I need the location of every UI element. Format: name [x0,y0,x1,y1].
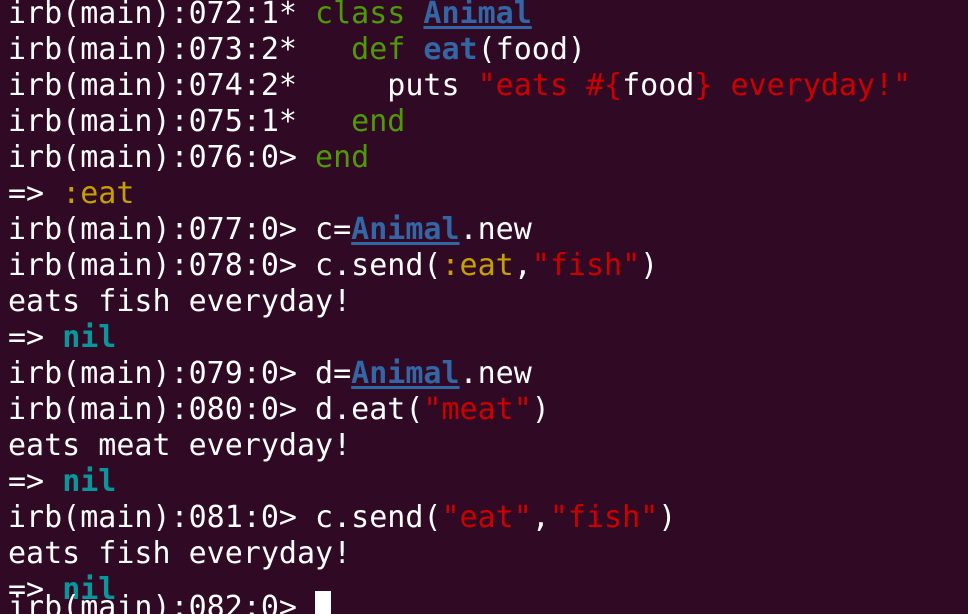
string-literal: "fish" [549,500,659,535]
class-name: Animal [423,0,532,31]
string-literal: "fish" [531,248,641,283]
irb-prompt: irb(main):076:0> [8,140,316,175]
method-name: eat [423,32,478,67]
keyword: def [351,32,406,67]
terminal-line: irb(main):079:0> d=Animal.new [8,356,532,392]
code-text: .new [459,212,532,247]
irb-prompt: irb(main):082:0> [8,590,316,614]
terminal-line: => :eat [8,176,134,212]
code-text: c.send( [315,500,442,535]
code-text: d.eat( [315,392,424,427]
code-text: .new [459,356,532,391]
irb-prompt: irb(main):080:0> [8,392,316,427]
terminal-output: eats fish everyday! [8,284,351,320]
result-arrow: => [8,464,63,499]
text-cursor [315,591,332,614]
keyword: class [315,0,406,31]
nil-value: nil [62,320,117,355]
code-text: puts [387,68,478,103]
interp-brace: } [694,68,713,103]
irb-prompt: irb(main):077:0> [8,212,316,247]
terminal-line: irb(main):080:0> d.eat("meat") [8,392,550,427]
method-args: (food) [477,32,586,67]
irb-prompt: irb(main):074:2* [8,68,316,103]
terminal-line: irb(main):077:0> c=Animal.new [8,212,532,248]
string-literal: "meat" [423,392,532,427]
code-text: c= [315,212,352,247]
terminal-line: irb(main):076:0> end [8,140,369,176]
interp-var: food [622,68,695,103]
keyword: end [351,104,406,139]
irb-prompt: irb(main):075:1* [8,104,316,139]
string-literal: "eat" [441,500,532,535]
irb-prompt: irb(main):078:0> [8,248,316,283]
class-name: Animal [351,212,460,247]
terminal-output: eats meat everyday! [8,428,351,464]
irb-prompt: irb(main):073:2* [8,32,316,67]
terminal-line: irb(main):073:2* def eat(food) [8,32,586,68]
irb-prompt: irb(main):081:0> [8,500,316,535]
nil-value: nil [62,464,117,499]
string-literal: "eats # [477,68,605,103]
code-text: d= [315,356,352,391]
keyword: end [315,140,370,175]
terminal-line: irb(main):075:1* end [8,104,405,140]
result-arrow: => [8,320,63,355]
terminal-line: irb(main):072:1* class Animal [8,0,532,32]
irb-prompt: irb(main):079:0> [8,356,316,391]
symbol-value: :eat [441,248,514,283]
irb-prompt: irb(main):072:1* [8,0,316,31]
symbol-value: :eat [62,176,135,211]
terminal-window[interactable]: irb(main):072:1* class Animal irb(main):… [0,0,968,614]
output-text: eats fish everyday! [8,284,352,319]
terminal-line: irb(main):078:0> c.send(:eat,"fish") [8,248,659,283]
string-literal: everyday!" [712,68,912,103]
terminal-line: => nil [8,464,116,500]
terminal-output: eats fish everyday! [8,536,351,572]
output-text: eats fish everyday! [8,536,352,571]
output-text: eats meat everyday! [8,428,352,463]
interp-brace: { [604,68,623,103]
terminal-line: irb(main):081:0> c.send("eat","fish") [8,500,677,535]
result-arrow: => [8,176,63,211]
terminal-input-line[interactable]: irb(main):082:0> [8,590,332,614]
class-name: Animal [351,356,460,391]
terminal-line: => nil [8,320,116,356]
terminal-line: irb(main):074:2* puts "eats #{food} ever… [8,68,911,104]
code-text: c.send( [315,248,442,283]
